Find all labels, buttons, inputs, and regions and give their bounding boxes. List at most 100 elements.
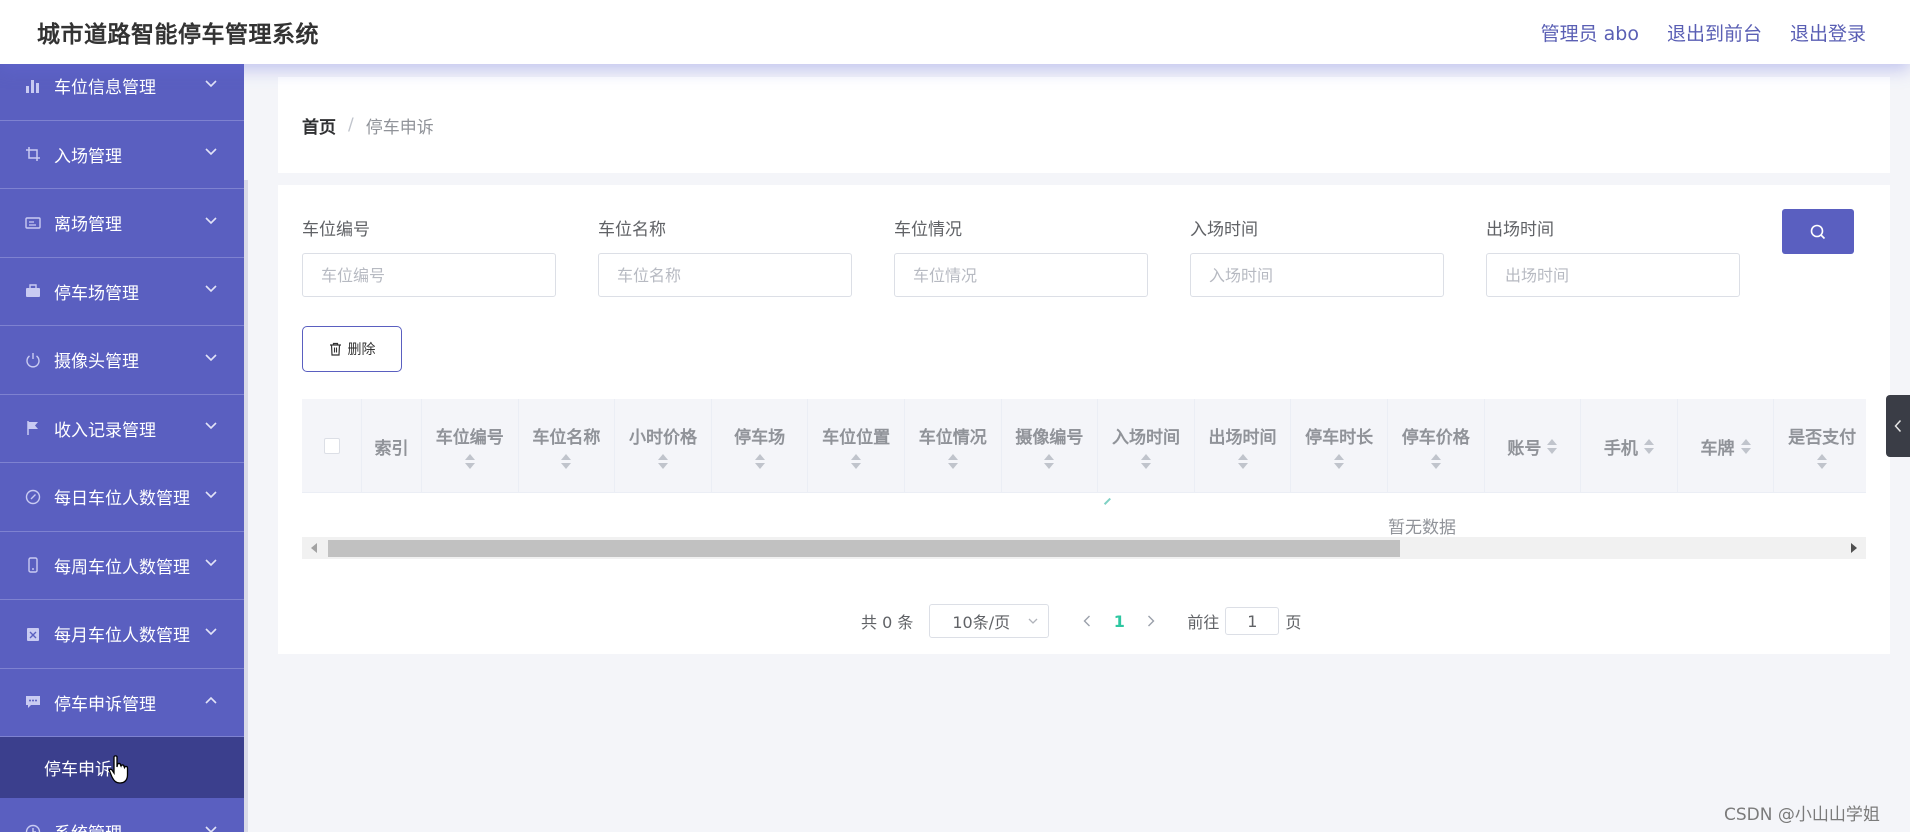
column-header-label: 账号 [1507, 438, 1542, 459]
column-header[interactable]: 停车场 [712, 399, 809, 493]
sidebar-item-camera[interactable]: 摄像头管理 [0, 326, 244, 395]
column-header[interactable]: 车位情况 [905, 399, 1002, 493]
sort-icon[interactable] [657, 454, 668, 469]
column-header[interactable]: 入场时间 [1098, 399, 1195, 493]
data-table: 索引 车位编号 车位名称 小时价格 停车场 车位位置 车位情况 摄像编号 入场时… [302, 399, 1866, 589]
column-header-label: 入场时间 [1111, 428, 1180, 448]
chevron-down-icon [204, 77, 218, 91]
column-header[interactable]: 摄像编号 [1002, 399, 1099, 493]
sidebar-item-label: 系统管理 [54, 819, 122, 832]
sidebar-item-income[interactable]: 收入记录管理 [0, 395, 244, 463]
search-button[interactable] [1782, 209, 1854, 254]
sort-icon[interactable] [1334, 454, 1345, 469]
chevron-down-icon [204, 556, 218, 570]
sidebar-subitem-parking-appeal[interactable]: 停车申诉 [0, 737, 244, 798]
prev-page-button[interactable] [1073, 615, 1101, 627]
column-header-label: 车位位置 [822, 428, 891, 448]
sidebar-item-entry[interactable]: 入场管理 [0, 121, 244, 189]
breadcrumb: 首页 / 停车申诉 [278, 77, 1890, 173]
column-header[interactable]: 是否支付 [1774, 399, 1866, 493]
column-header[interactable]: 账号 [1485, 399, 1582, 493]
column-header[interactable]: 停车价格 [1388, 399, 1485, 493]
sort-icon[interactable] [851, 454, 862, 469]
chevron-down-icon [204, 625, 218, 639]
search-field-space-no: 车位编号 [302, 219, 556, 297]
search-field-space-name: 车位名称 [598, 219, 852, 297]
sidebar-scrollbar[interactable] [244, 180, 248, 832]
column-header[interactable]: 车牌 [1678, 399, 1775, 493]
sort-icon[interactable] [1643, 438, 1654, 454]
sidebar-item-parking-space-info[interactable]: 车位信息管理 [0, 64, 244, 121]
next-page-button[interactable] [1137, 615, 1165, 627]
sidebar-item-exit[interactable]: 离场管理 [0, 189, 244, 258]
column-header[interactable]: 出场时间 [1195, 399, 1292, 493]
scroll-right-icon[interactable] [1851, 543, 1857, 553]
table-horizontal-scrollbar[interactable] [302, 537, 1866, 559]
sort-icon[interactable] [754, 454, 765, 469]
sidebar-menu: 车位信息管理 入场管理 离场管理 停车场管理 摄像头管理 收入记录管理 每日车位… [0, 64, 244, 832]
chevron-down-icon [204, 419, 218, 433]
space-name-input[interactable] [598, 253, 852, 297]
column-header-label: 手机 [1603, 438, 1638, 459]
sidebar-item-parking-appeal[interactable]: 停车申诉管理 [0, 668, 244, 737]
breadcrumb-home[interactable]: 首页 [302, 113, 336, 138]
select-all-checkbox[interactable] [323, 438, 340, 454]
scroll-thumb[interactable] [328, 540, 1400, 557]
phone-icon [24, 556, 42, 574]
content-card: 车位编号 车位名称 车位情况 入场时间 出场时间 删除 索引 车位编号 车位名称… [278, 185, 1890, 654]
sidebar-item-label: 收入记录管理 [54, 420, 156, 441]
sidebar-item-monthly-count[interactable]: 每月车位人数管理 [0, 600, 244, 669]
admin-user-link[interactable]: 管理员 abo [1541, 19, 1639, 46]
trash-icon [329, 342, 341, 356]
collapse-side-panel-button[interactable] [1886, 395, 1910, 457]
sort-icon[interactable] [1817, 454, 1828, 469]
sort-icon[interactable] [1547, 438, 1558, 454]
column-header[interactable]: 车位编号 [422, 399, 519, 493]
column-header[interactable]: 停车时长 [1291, 399, 1388, 493]
column-header[interactable]: 车位位置 [808, 399, 905, 493]
goto-page-input[interactable] [1225, 607, 1280, 635]
sidebar-item-label: 每月车位人数管理 [54, 626, 190, 647]
app-title: 城市道路智能停车管理系统 [37, 22, 319, 48]
chevron-down-icon [204, 351, 218, 365]
sidebar-item-daily-count[interactable]: 每日车位人数管理 [0, 463, 244, 532]
column-header-label: 车位名称 [532, 428, 601, 448]
sort-icon[interactable] [947, 454, 958, 469]
select-all-cell [302, 399, 362, 493]
logout-link[interactable]: 退出登录 [1790, 19, 1866, 46]
column-header-label: 停车价格 [1401, 428, 1470, 448]
column-header[interactable]: 小时价格 [615, 399, 712, 493]
sidebar-item-parking-lot[interactable]: 停车场管理 [0, 258, 244, 326]
sort-icon[interactable] [1740, 438, 1751, 454]
goto-label: 前往 [1187, 613, 1220, 632]
sort-icon[interactable] [1237, 454, 1248, 469]
sort-icon[interactable] [561, 454, 572, 469]
sort-icon[interactable] [1430, 454, 1441, 469]
sort-icon[interactable] [1140, 454, 1151, 469]
sidebar-item-system[interactable]: 系统管理 [0, 798, 244, 832]
page-number-button[interactable]: 1 [1101, 612, 1137, 631]
space-no-input[interactable] [302, 253, 556, 297]
sort-icon[interactable] [464, 454, 475, 469]
sidebar-item-label: 摄像头管理 [54, 352, 139, 373]
sort-icon[interactable] [1044, 454, 1055, 469]
page-size-select[interactable]: 10条/页 [929, 604, 1050, 638]
sidebar-item-label: 入场管理 [54, 146, 122, 167]
delete-button[interactable]: 删除 [302, 326, 402, 372]
sidebar-subitem-label: 停车申诉 [44, 760, 112, 780]
sidebar: 车位信息管理 入场管理 离场管理 停车场管理 摄像头管理 收入记录管理 每日车位… [0, 64, 244, 832]
column-header-label: 车位情况 [918, 428, 987, 448]
scroll-left-icon[interactable] [311, 543, 317, 553]
exit-time-input[interactable] [1486, 253, 1740, 297]
column-header[interactable]: 手机 [1581, 399, 1678, 493]
sidebar-item-weekly-count[interactable]: 每周车位人数管理 [0, 532, 244, 600]
clipboard-icon [24, 625, 42, 643]
entry-time-input[interactable] [1190, 253, 1444, 297]
exit-to-front-link[interactable]: 退出到前台 [1667, 19, 1762, 46]
chevron-down-icon [204, 488, 218, 502]
page-size-value: 10条/页 [952, 613, 1011, 632]
column-header[interactable]: 车位名称 [519, 399, 616, 493]
delete-label: 删除 [347, 342, 376, 358]
space-status-input[interactable] [894, 253, 1148, 297]
column-header-label: 是否支付 [1788, 428, 1857, 448]
